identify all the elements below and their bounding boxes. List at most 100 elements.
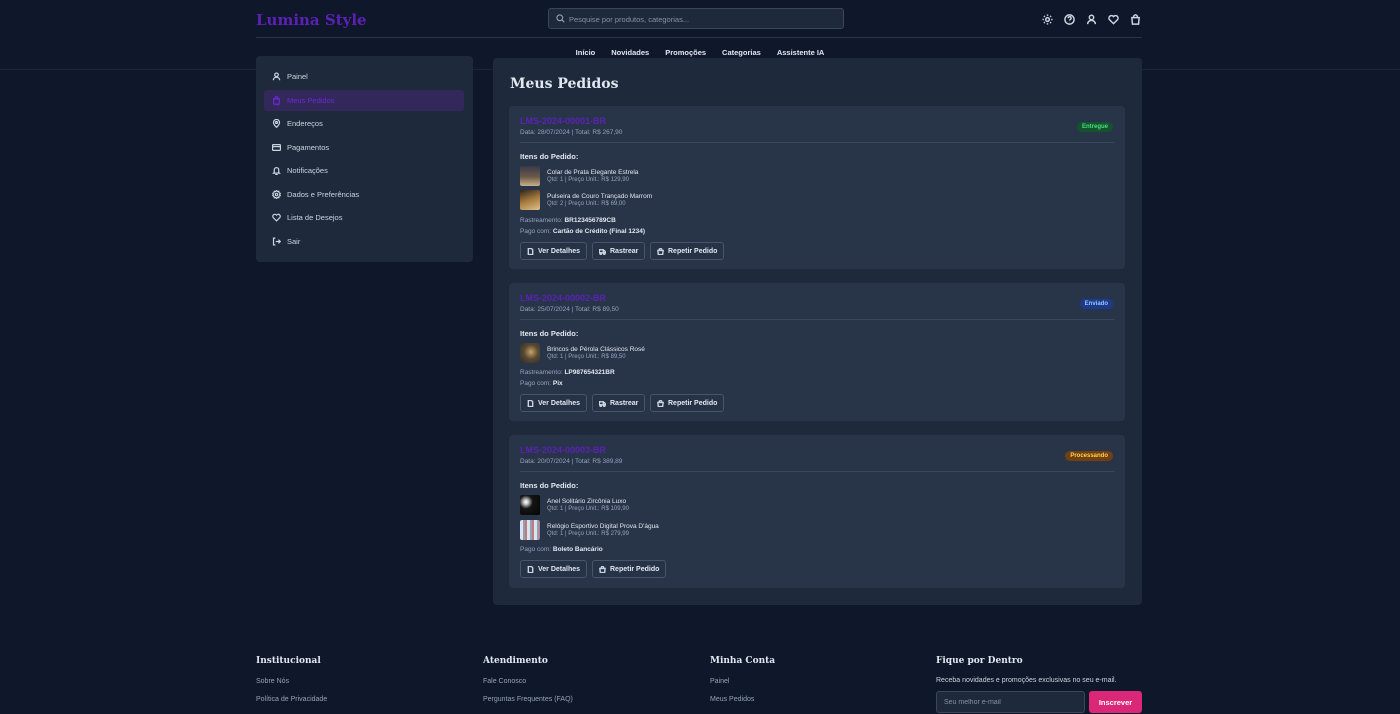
footer-link-faq[interactable]: Perguntas Frequentes (FAQ)	[483, 696, 573, 703]
payment-method: Pix	[552, 380, 563, 387]
map-pin-icon	[272, 119, 281, 128]
heart-icon[interactable]	[1106, 12, 1120, 26]
sidebar-item-label: Pagamentos	[287, 143, 330, 152]
item-qty: Qtd: 1 | Preço Unit.: R$ 109,90	[547, 506, 629, 512]
view-details-button[interactable]: Ver Detalhes	[520, 560, 588, 578]
sidebar-item-lista-desejos[interactable]: Lista de Desejos	[264, 207, 464, 228]
order-item: Pulseira de Couro Trançado Marrom Qtd: 2…	[520, 190, 920, 210]
logout-icon	[272, 237, 281, 246]
footer-link-pedidos[interactable]: Meus Pedidos	[710, 696, 754, 703]
document-icon	[527, 565, 534, 573]
document-icon	[527, 399, 534, 407]
footer-institucional: Institucional Sobre Nós Política de Priv…	[256, 656, 327, 703]
nav-assistente-ia[interactable]: Assistente IA	[777, 48, 825, 57]
bell-icon	[272, 167, 281, 175]
payment-line: Pago com: Boleto Bancário	[520, 546, 603, 553]
newsletter-email-input[interactable]	[936, 691, 1085, 713]
item-name: Pulseira de Couro Trançado Marrom	[547, 193, 653, 200]
footer-title: Minha Conta	[710, 656, 776, 666]
subscribe-button[interactable]: Inscrever	[1089, 691, 1142, 713]
track-button[interactable]: Rastrear	[592, 242, 646, 260]
sidebar-item-pagamentos[interactable]: Pagamentos	[264, 137, 464, 158]
footer-link-sobre[interactable]: Sobre Nós	[256, 678, 289, 685]
sidebar-item-label: Meus Pedidos	[287, 96, 335, 105]
nav-categorias[interactable]: Categorias	[722, 48, 761, 57]
sidebar-item-label: Sair	[287, 237, 301, 246]
view-details-button[interactable]: Ver Detalhes	[520, 242, 588, 260]
view-details-button[interactable]: Ver Detalhes	[520, 394, 588, 412]
product-thumbnail[interactable]	[520, 495, 540, 515]
payment-method: Cartão de Crédito (Final 1234)	[552, 228, 645, 235]
divider	[520, 319, 1114, 320]
order-card: LMS-2024-00002-BR Data: 25/07/2024 | Tot…	[509, 283, 1125, 421]
order-item: Brincos de Pérola Clássicos Rosé Qtd: 1 …	[520, 343, 920, 363]
payment-method: Boleto Bancário	[552, 546, 603, 553]
footer-title: Atendimento	[483, 656, 548, 666]
footer-title: Fique por Dentro	[936, 656, 1023, 666]
sidebar-item-painel[interactable]: Painel	[264, 66, 464, 87]
product-thumbnail[interactable]	[520, 166, 540, 186]
payment-line: Pago com: Cartão de Crédito (Final 1234)	[520, 228, 645, 235]
tracking-code: BR123456789CB	[564, 217, 616, 224]
order-id[interactable]: LMS-2024-00003-BR	[520, 445, 606, 455]
account-sidebar: Painel Meus Pedidos Endereços Pagamentos…	[256, 56, 473, 262]
newsletter-description: Receba novidades e promoções exclusivas …	[936, 677, 1117, 684]
sidebar-item-label: Dados e Preferências	[287, 190, 360, 199]
nav-promocoes[interactable]: Promoções	[665, 48, 706, 57]
sidebar-item-label: Lista de Desejos	[287, 213, 343, 222]
help-icon[interactable]	[1062, 12, 1076, 26]
items-title: Itens do Pedido:	[520, 152, 579, 161]
item-name: Brincos de Pérola Clássicos Rosé	[547, 346, 645, 353]
item-name: Relógio Esportivo Digital Prova D'água	[547, 523, 659, 530]
product-thumbnail[interactable]	[520, 190, 540, 210]
footer-newsletter: Fique por Dentro Receba novidades e prom…	[936, 656, 1117, 684]
item-qty: Qtd: 1 | Preço Unit.: R$ 89,50	[547, 354, 626, 360]
user-icon[interactable]	[1084, 12, 1098, 26]
items-title: Itens do Pedido:	[520, 481, 579, 490]
order-meta: Data: 20/07/2024 | Total: R$ 389,89	[520, 458, 623, 465]
repeat-order-button[interactable]: Repetir Pedido	[650, 394, 725, 412]
search-input[interactable]	[569, 12, 839, 26]
sidebar-item-label: Endereços	[287, 119, 323, 128]
product-thumbnail[interactable]	[520, 343, 540, 363]
item-qty: Qtd: 1 | Preço Unit.: R$ 279,99	[547, 531, 629, 537]
search-box[interactable]	[548, 8, 844, 29]
orders-panel: Meus Pedidos LMS-2024-00001-BR Data: 28/…	[493, 58, 1142, 605]
order-card: LMS-2024-00001-BR Data: 28/07/2024 | Tot…	[509, 106, 1125, 269]
sidebar-item-sair[interactable]: Sair	[264, 231, 464, 252]
document-icon	[527, 247, 534, 255]
gear-icon	[272, 190, 281, 199]
tracking-line: Rastreamento: BR123456789CB	[520, 217, 616, 224]
sidebar-item-enderecos[interactable]: Endereços	[264, 113, 464, 134]
sidebar-item-dados-preferencias[interactable]: Dados e Preferências	[264, 184, 464, 205]
nav-novidades[interactable]: Novidades	[611, 48, 649, 57]
repeat-order-button[interactable]: Repetir Pedido	[650, 242, 725, 260]
sidebar-item-notificacoes[interactable]: Notificações	[264, 160, 464, 181]
sidebar-item-meus-pedidos[interactable]: Meus Pedidos	[264, 90, 464, 111]
page-title: Meus Pedidos	[510, 76, 619, 92]
footer-link-contato[interactable]: Fale Conosco	[483, 678, 526, 685]
item-qty: Qtd: 2 | Preço Unit.: R$ 69,00	[547, 201, 626, 207]
bag-icon	[272, 96, 281, 105]
status-badge: Entregue	[1076, 122, 1113, 132]
bag-icon	[599, 565, 606, 573]
search-icon	[556, 14, 565, 23]
sidebar-item-label: Notificações	[287, 166, 328, 175]
repeat-order-button[interactable]: Repetir Pedido	[592, 560, 667, 578]
product-thumbnail[interactable]	[520, 520, 540, 540]
footer-atendimento: Atendimento Fale Conosco Perguntas Frequ…	[483, 656, 573, 703]
items-title: Itens do Pedido:	[520, 329, 579, 338]
order-item: Anel Solitário Zircônia Luxo Qtd: 1 | Pr…	[520, 495, 920, 515]
footer-link-privacidade[interactable]: Política de Privacidade	[256, 696, 327, 703]
order-meta: Data: 28/07/2024 | Total: R$ 267,90	[520, 129, 623, 136]
status-badge: Processando	[1065, 451, 1113, 461]
order-id[interactable]: LMS-2024-00001-BR	[520, 116, 606, 126]
cart-icon[interactable]	[1128, 12, 1142, 26]
logo[interactable]: Lumina Style	[256, 11, 367, 29]
sun-icon[interactable]	[1040, 12, 1054, 26]
footer-link-painel[interactable]: Painel	[710, 678, 729, 685]
order-id[interactable]: LMS-2024-00002-BR	[520, 293, 606, 303]
nav-inicio[interactable]: Início	[576, 48, 596, 57]
track-button[interactable]: Rastrear	[592, 394, 646, 412]
header-icons	[1040, 12, 1142, 26]
